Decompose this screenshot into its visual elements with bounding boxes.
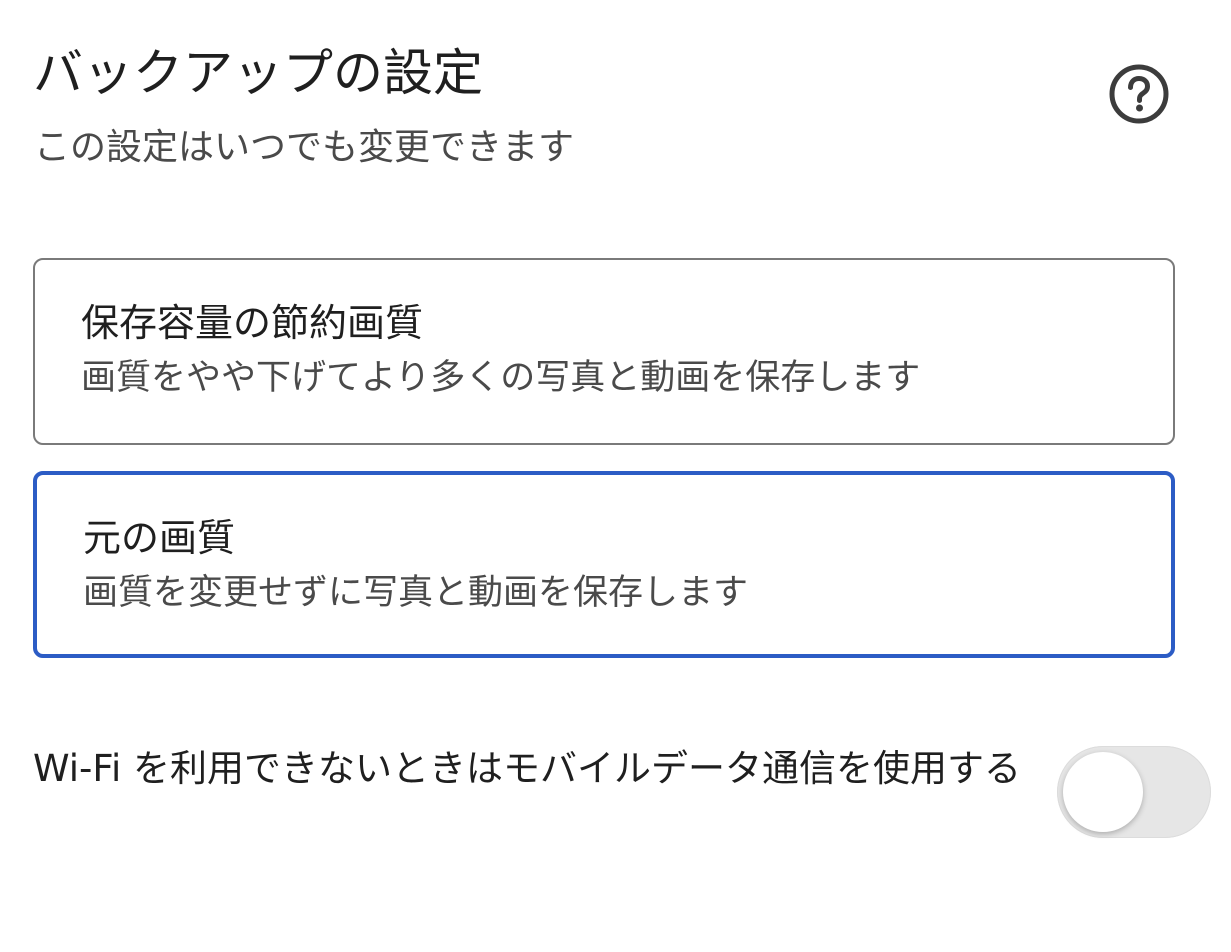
option-title: 元の画質 bbox=[83, 516, 236, 560]
page-subtitle: この設定はいつでも変更できます bbox=[34, 127, 575, 168]
option-storage-saver[interactable]: 保存容量の節約画質 画質をやや下げてより多くの写真と動画を保存します bbox=[33, 258, 1175, 445]
option-description: 画質をやや下げてより多くの写真と動画を保存します bbox=[81, 358, 921, 398]
option-title: 保存容量の節約画質 bbox=[81, 301, 424, 345]
option-description: 画質を変更せずに写真と動画を保存します bbox=[83, 573, 749, 613]
option-original-quality[interactable]: 元の画質 画質を変更せずに写真と動画を保存します bbox=[33, 471, 1175, 658]
mobile-data-toggle[interactable] bbox=[1057, 746, 1211, 838]
help-icon[interactable] bbox=[1108, 63, 1170, 125]
toggle-knob bbox=[1063, 752, 1143, 832]
mobile-data-label: Wi-Fi を利用できないときはモバイルデータ通信を使用する bbox=[33, 747, 1022, 790]
page-title: バックアップの設定 bbox=[33, 44, 483, 102]
